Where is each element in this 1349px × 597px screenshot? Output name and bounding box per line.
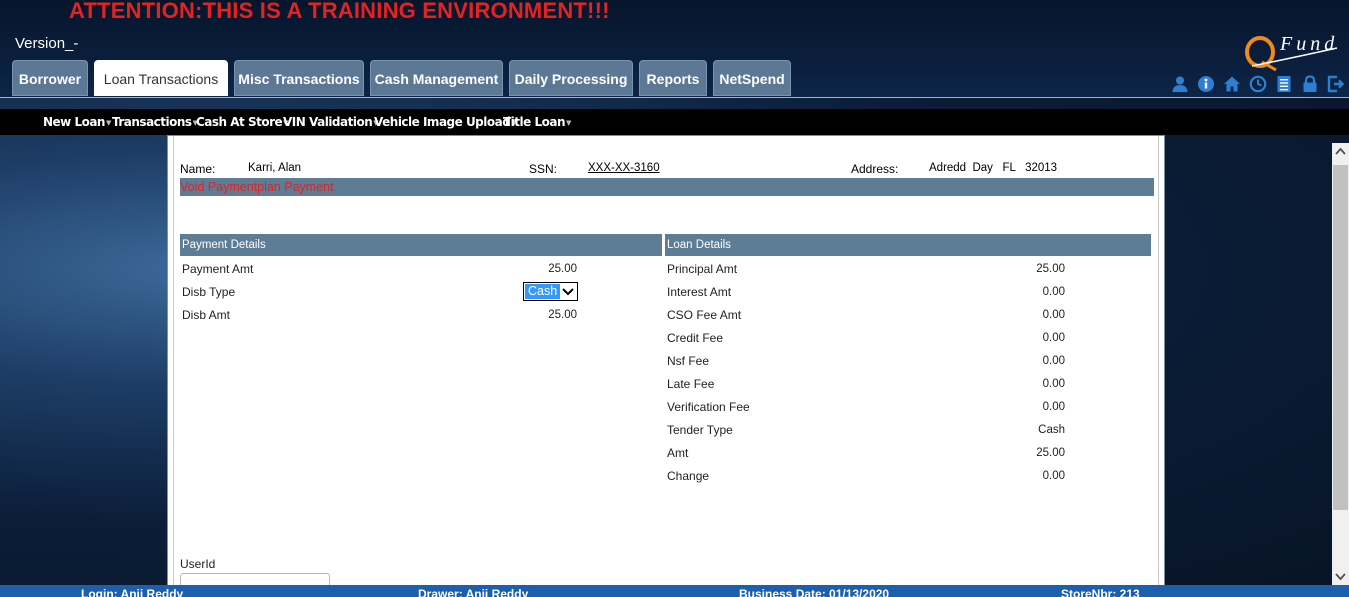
- loan-detail-value: 0.00: [1042, 355, 1065, 367]
- name-label: Name:: [180, 162, 216, 176]
- caret-down-icon: ▼: [105, 119, 111, 127]
- submenu-title-loan-label: Title Loan: [503, 115, 566, 129]
- ssn-label: SSN:: [529, 162, 558, 176]
- loan-detail-label: Credit Fee: [667, 331, 724, 345]
- home-icon[interactable]: [1223, 75, 1241, 93]
- tab-borrower[interactable]: Borrower: [12, 60, 88, 96]
- tab-netspend[interactable]: NetSpend: [713, 60, 791, 96]
- disb-amt-label: Disb Amt: [182, 308, 231, 322]
- footer-store-number: StoreNbr: 213: [1061, 587, 1140, 597]
- loan-detail-label: Principal Amt: [667, 262, 738, 276]
- payment-amt-label: Payment Amt: [182, 262, 254, 276]
- submenu-vin-validation-label: VIN Validation: [283, 115, 373, 129]
- document-icon[interactable]: [1275, 75, 1293, 93]
- loan-detail-value: 0.00: [1042, 286, 1065, 298]
- user-icon[interactable]: [1171, 75, 1189, 93]
- scroll-up-arrow-icon[interactable]: [1332, 143, 1349, 160]
- payment-amt-value: 25.00: [548, 263, 577, 275]
- scroll-down-arrow-icon[interactable]: [1332, 568, 1349, 585]
- submenu-transactions[interactable]: Transactions▼: [112, 109, 198, 135]
- tab-loan-transactions[interactable]: Loan Transactions: [94, 60, 228, 96]
- disb-type-select[interactable]: Cash: [523, 282, 578, 301]
- disb-type-label: Disb Type: [182, 285, 236, 299]
- info-icon[interactable]: [1197, 75, 1215, 93]
- page-scrollbar[interactable]: [1332, 143, 1349, 585]
- tab-misc-transactions[interactable]: Misc Transactions: [234, 60, 364, 96]
- page-title: Void Paymentplan Payment: [180, 180, 334, 194]
- tab-cash-management[interactable]: Cash Management: [370, 60, 503, 96]
- disb-type-selected: Cash: [525, 284, 561, 299]
- submenu-vehicle-image-upload-label: Vehicle Image Upload: [374, 115, 511, 129]
- caret-down-icon: ▼: [566, 119, 571, 127]
- submenu-vin-validation[interactable]: VIN Validation▼: [283, 109, 379, 135]
- loan-detail-label: Change: [667, 469, 710, 483]
- loan-detail-label: Tender Type: [667, 423, 733, 437]
- submenu-cash-at-store[interactable]: Cash At Store▼: [196, 109, 289, 135]
- loan-detail-value: 25.00: [1036, 447, 1065, 459]
- loan-detail-value: 0.00: [1042, 401, 1065, 413]
- version-label: Version_-: [15, 35, 79, 52]
- clock-icon[interactable]: [1249, 75, 1267, 93]
- lock-icon[interactable]: [1301, 75, 1319, 93]
- payment-details-header: Payment Details: [180, 234, 662, 256]
- footer-login: Login: Anji Reddy: [81, 587, 184, 597]
- loan-detail-label: CSO Fee Amt: [667, 308, 742, 322]
- sub-menu-bar: New Loan▼ Transactions▼ Cash At Store▼ V…: [0, 109, 1349, 135]
- logo-text: Fund: [1279, 33, 1338, 55]
- chevron-down-icon: [561, 284, 575, 299]
- loan-detail-value: 0.00: [1042, 378, 1065, 390]
- status-footer: Login: Anji Reddy Drawer: Anji Reddy Bus…: [0, 585, 1349, 597]
- loan-detail-value: 0.00: [1042, 309, 1065, 321]
- submenu-cash-at-store-label: Cash At Store: [196, 115, 283, 129]
- submenu-transactions-label: Transactions: [112, 115, 192, 129]
- address-label: Address:: [851, 162, 899, 176]
- footer-drawer: Drawer: Anji Reddy: [418, 587, 529, 597]
- submenu-new-loan[interactable]: New Loan▼: [43, 109, 111, 135]
- tab-reports[interactable]: Reports: [639, 60, 707, 96]
- ssn-value: XXX-XX-3160: [588, 162, 660, 174]
- loan-detail-value: 25.00: [1036, 263, 1065, 275]
- tab-daily-processing[interactable]: Daily Processing: [509, 60, 633, 96]
- training-environment-banner: ATTENTION:THIS IS A TRAINING ENVIRONMENT…: [69, 0, 610, 23]
- scrollbar-thumb[interactable]: [1333, 165, 1348, 510]
- loan-detail-value: Cash: [1038, 424, 1065, 436]
- loan-detail-label: Nsf Fee: [667, 354, 710, 368]
- submenu-title-loan[interactable]: Title Loan▼: [503, 109, 571, 135]
- userid-label: UserId: [180, 557, 216, 571]
- loan-detail-label: Verification Fee: [667, 400, 750, 414]
- header-divider: [0, 97, 1349, 98]
- submenu-new-loan-label: New Loan: [43, 115, 105, 129]
- loan-details-header: Loan Details: [665, 234, 1151, 256]
- app-header: ATTENTION:THIS IS A TRAINING ENVIRONMENT…: [0, 0, 1349, 98]
- address-value: Adredd Day FL 32013: [929, 162, 1058, 174]
- footer-business-date: Business Date: 01/13/2020: [739, 587, 890, 597]
- loan-detail-label: Late Fee: [667, 377, 715, 391]
- loan-detail-value: 0.00: [1042, 332, 1065, 344]
- void-payment-panel: Name: Karri, Alan SSN: XXX-XX-3160 Addre…: [167, 135, 1165, 589]
- customer-name: Karri, Alan: [248, 162, 302, 174]
- loan-detail-label: Interest Amt: [667, 285, 732, 299]
- loan-detail-label: Amt: [667, 446, 689, 460]
- submenu-vehicle-image-upload[interactable]: Vehicle Image Upload▼: [374, 109, 517, 135]
- disb-amt-value: 25.00: [548, 309, 577, 321]
- loan-detail-value: 0.00: [1042, 470, 1065, 482]
- qfund-logo-graphic: Fund: [1245, 33, 1338, 72]
- logout-icon[interactable]: [1327, 75, 1345, 93]
- qfund-logo: Fund: [1242, 28, 1346, 72]
